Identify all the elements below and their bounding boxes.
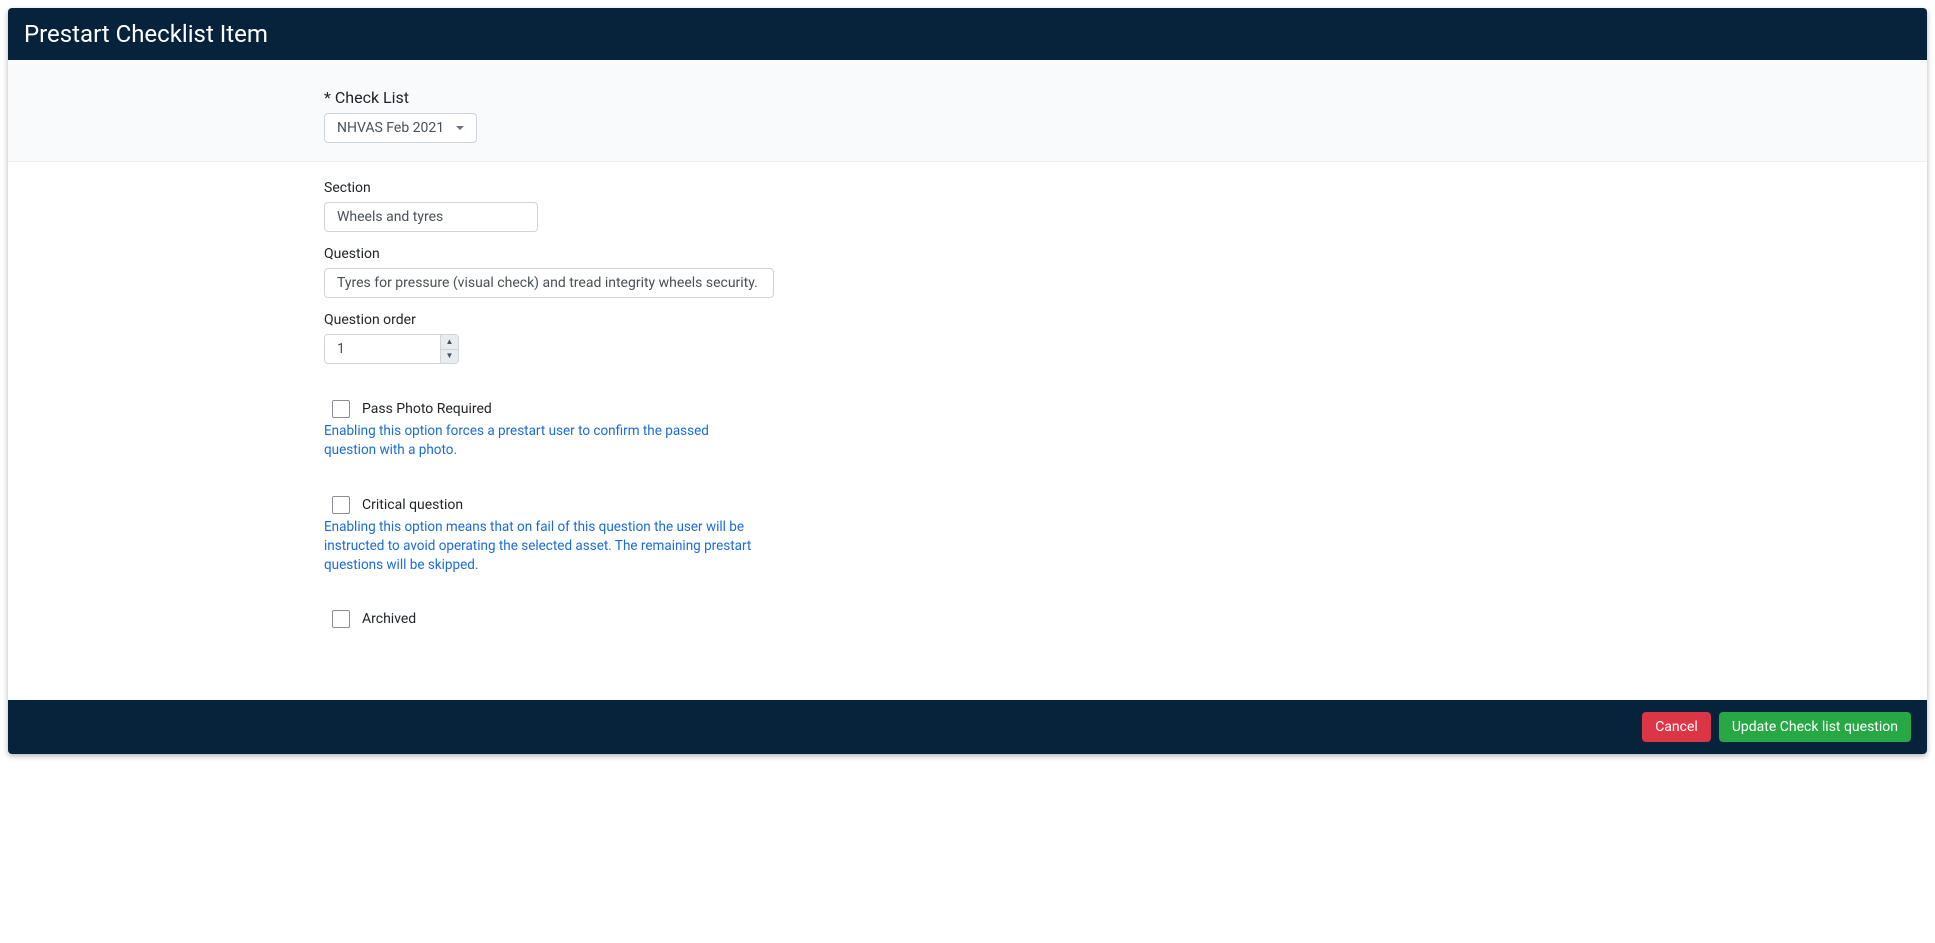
stepper-controls: ▲ ▼ [440, 335, 458, 363]
modal-title: Prestart Checklist Item [24, 20, 268, 48]
pass-photo-checkbox[interactable] [332, 400, 350, 418]
critical-label: Critical question [362, 497, 463, 513]
archived-label: Archived [362, 611, 416, 627]
cancel-button[interactable]: Cancel [1642, 712, 1711, 742]
checklist-selected-value: NHVAS Feb 2021 [337, 120, 444, 136]
question-label: Question [324, 246, 1324, 262]
modal-body: * Check List NHVAS Feb 2021 Section Ques… [8, 60, 1927, 700]
stepper-down-icon[interactable]: ▼ [441, 350, 458, 364]
critical-block: Critical question Enabling this option m… [324, 496, 1324, 575]
stepper-up-icon[interactable]: ▲ [441, 335, 458, 350]
checklist-dropdown[interactable]: NHVAS Feb 2021 [324, 113, 477, 143]
question-input[interactable] [324, 268, 774, 298]
modal-header: Prestart Checklist Item [8, 8, 1927, 60]
critical-help: Enabling this option means that on fail … [324, 518, 764, 575]
section-input[interactable] [324, 202, 538, 232]
pass-photo-help: Enabling this option forces a prestart u… [324, 422, 764, 460]
modal-dialog: Prestart Checklist Item * Check List NHV… [8, 8, 1927, 754]
archived-checkbox[interactable] [332, 610, 350, 628]
archived-block: Archived [324, 610, 1324, 628]
modal-footer: Cancel Update Check list question [8, 700, 1927, 754]
pass-photo-label: Pass Photo Required [362, 401, 492, 417]
checklist-label: * Check List [324, 88, 1324, 107]
question-order-stepper[interactable]: ▲ ▼ [324, 334, 459, 364]
main-form-section: Section Question Question order ▲ ▼ [8, 162, 1927, 672]
question-order-label: Question order [324, 312, 1324, 328]
update-button[interactable]: Update Check list question [1719, 712, 1911, 742]
caret-down-icon [456, 126, 464, 130]
pass-photo-block: Pass Photo Required Enabling this option… [324, 400, 1324, 460]
checklist-section: * Check List NHVAS Feb 2021 [8, 60, 1927, 162]
critical-checkbox[interactable] [332, 496, 350, 514]
section-label: Section [324, 180, 1324, 196]
question-order-input[interactable] [325, 335, 440, 363]
